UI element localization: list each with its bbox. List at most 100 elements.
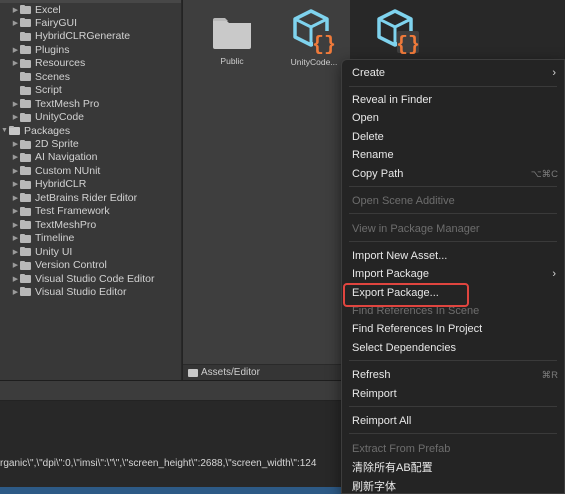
menu-separator bbox=[349, 241, 557, 242]
folder-icon bbox=[20, 206, 31, 216]
chevron-right-icon[interactable]: ▶ bbox=[11, 245, 20, 258]
menu-item-create[interactable]: Create › bbox=[352, 65, 558, 81]
menu-item-rename[interactable]: Rename bbox=[352, 147, 558, 163]
tree-item-label: Timeline bbox=[35, 232, 75, 245]
chevron-down-icon[interactable]: ▼ bbox=[0, 124, 9, 137]
chevron-right-icon[interactable]: ▶ bbox=[11, 232, 20, 245]
tree-item-packages[interactable]: ▼ Packages bbox=[0, 124, 181, 137]
tree-item-resources[interactable]: ▶ Resources bbox=[0, 57, 181, 70]
tree-item-label: Plugins bbox=[35, 43, 70, 56]
folder-icon bbox=[20, 58, 31, 68]
menu-label: Open Scene Additive bbox=[352, 195, 455, 207]
chevron-right-icon[interactable]: ▶ bbox=[11, 259, 20, 272]
menu-label: 刷新字体 bbox=[352, 481, 396, 493]
tree-item-scenes[interactable]: Scenes bbox=[0, 70, 181, 83]
menu-item-select-dependencies[interactable]: Select Dependencies bbox=[352, 340, 558, 356]
context-menu: Create › Reveal in Finder Open Delete Re… bbox=[341, 59, 565, 494]
menu-label: Import Package bbox=[352, 268, 430, 280]
chevron-right-icon[interactable]: ▶ bbox=[11, 111, 20, 124]
folder-icon bbox=[20, 233, 31, 243]
chevron-right-icon[interactable]: ▶ bbox=[11, 205, 20, 218]
menu-item-reveal-in-finder[interactable]: Reveal in Finder bbox=[352, 92, 558, 108]
chevron-right-icon[interactable]: ▶ bbox=[11, 97, 20, 110]
folder-icon bbox=[20, 45, 31, 55]
chevron-right-icon bbox=[11, 70, 20, 83]
menu-item-clear-ab-config[interactable]: 清除所有AB配置 bbox=[352, 459, 558, 475]
tree-item-timeline[interactable]: ▶ Timeline bbox=[0, 232, 181, 245]
tree-item-visual-studio-editor[interactable]: ▶ Visual Studio Editor bbox=[0, 285, 181, 298]
menu-item-refresh[interactable]: Refresh ⌘R bbox=[352, 367, 558, 383]
tree-item-excel[interactable]: ▶ Excel bbox=[0, 3, 181, 16]
menu-label: Reimport All bbox=[352, 415, 412, 427]
chevron-right-icon[interactable]: ▶ bbox=[11, 178, 20, 191]
chevron-right-icon[interactable]: ▶ bbox=[11, 285, 20, 298]
menu-label: Rename bbox=[352, 149, 394, 161]
tree-item-textmeshpro[interactable]: ▶ TextMeshPro bbox=[0, 218, 181, 231]
menu-label: Refresh bbox=[352, 369, 391, 381]
chevron-right-icon bbox=[11, 30, 20, 43]
menu-item-reimport-all[interactable]: Reimport All bbox=[352, 413, 558, 429]
menu-item-find-references-in-project[interactable]: Find References In Project bbox=[352, 321, 558, 337]
menu-label: Find References In Project bbox=[352, 323, 483, 335]
menu-label: Copy Path bbox=[352, 168, 404, 180]
tree-item-label: Visual Studio Editor bbox=[35, 285, 127, 298]
menu-item-copy-path[interactable]: Copy Path ⌥⌘C bbox=[352, 166, 558, 182]
menu-separator bbox=[349, 213, 557, 214]
tree-item-hybridclrgenerate[interactable]: HybridCLRGenerate bbox=[0, 30, 181, 43]
chevron-right-icon[interactable]: ▶ bbox=[11, 272, 20, 285]
tree-item-fairygui[interactable]: ▶ FairyGUI bbox=[0, 16, 181, 29]
tree-item-hybridclr[interactable]: ▶ HybridCLR bbox=[0, 178, 181, 191]
tree-item-textmesh-pro[interactable]: ▶ TextMesh Pro bbox=[0, 97, 181, 110]
menu-label: Extract From Prefab bbox=[352, 443, 451, 455]
chevron-right-icon[interactable]: ▶ bbox=[11, 138, 20, 151]
menu-label: Import New Asset... bbox=[352, 250, 448, 262]
folder-icon bbox=[9, 126, 20, 136]
folder-icon bbox=[20, 274, 31, 283]
asset-item-assembly[interactable]: {} bbox=[363, 8, 433, 58]
menu-item-refresh-font[interactable]: 刷新字体 bbox=[352, 478, 558, 494]
chevron-right-icon[interactable]: ▶ bbox=[11, 43, 20, 56]
folder-icon bbox=[20, 166, 31, 176]
tree-item-label: 2D Sprite bbox=[35, 138, 79, 150]
folder-icon bbox=[20, 85, 31, 95]
asset-item-unitycode[interactable]: {} UnityCode... bbox=[279, 8, 349, 67]
tree-item-plugins[interactable]: ▶ Plugins bbox=[0, 43, 181, 56]
tree-item-custom-nunit[interactable]: ▶ Custom NUnit bbox=[0, 164, 181, 177]
tree-item-jetbrains-rider-editor[interactable]: ▶ JetBrains Rider Editor bbox=[0, 191, 181, 204]
tree-item-script[interactable]: Script bbox=[0, 84, 181, 97]
asset-item-public[interactable]: Public bbox=[197, 14, 267, 66]
menu-item-import-new-asset[interactable]: Import New Asset... bbox=[352, 248, 558, 264]
tree-item-unitycode[interactable]: ▶ UnityCode bbox=[0, 111, 181, 124]
console-log-line[interactable]: rganic\",\"dpi\":0,\"imsi\":\"\",\"scree… bbox=[0, 458, 316, 469]
menu-label: Reveal in Finder bbox=[352, 94, 433, 106]
chevron-right-icon bbox=[11, 84, 20, 97]
tree-item-2d-sprite[interactable]: ▶ 2D Sprite bbox=[0, 138, 181, 151]
tree-item-label: HybridCLRGenerate bbox=[35, 30, 131, 43]
menu-item-reimport[interactable]: Reimport bbox=[352, 386, 558, 402]
tree-item-label: UnityCode bbox=[35, 111, 85, 124]
tree-item-label: Visual Studio Code Editor bbox=[35, 272, 155, 285]
chevron-right-icon[interactable]: ▶ bbox=[11, 57, 20, 70]
tree-item-ai-navigation[interactable]: ▶ AI Navigation bbox=[0, 151, 181, 164]
chevron-right-icon[interactable]: ▶ bbox=[11, 218, 20, 231]
tree-item-visual-studio-code-editor[interactable]: ▶ Visual Studio Code Editor bbox=[0, 272, 181, 285]
menu-item-open[interactable]: Open bbox=[352, 110, 558, 126]
menu-item-delete[interactable]: Delete bbox=[352, 129, 558, 145]
menu-label: Create bbox=[352, 67, 386, 79]
chevron-right-icon[interactable]: ▶ bbox=[11, 191, 20, 204]
tree-item-version-control[interactable]: ▶ Version Control bbox=[0, 259, 181, 272]
chevron-right-icon[interactable]: ▶ bbox=[11, 3, 20, 16]
folder-icon bbox=[188, 368, 198, 377]
tree-item-unity-ui[interactable]: ▶ Unity UI bbox=[0, 245, 181, 258]
chevron-right-icon[interactable]: ▶ bbox=[11, 151, 20, 164]
folder-icon bbox=[20, 179, 31, 189]
chevron-right-icon[interactable]: ▶ bbox=[11, 164, 20, 177]
folder-icon bbox=[20, 247, 31, 257]
menu-item-extract-from-prefab: Extract From Prefab bbox=[352, 441, 558, 457]
chevron-right-icon[interactable]: ▶ bbox=[11, 16, 20, 29]
shortcut-label: ⌥⌘C bbox=[530, 168, 558, 180]
tree-item-test-framework[interactable]: ▶ Test Framework bbox=[0, 205, 181, 218]
asset-label: Public bbox=[220, 56, 244, 66]
folder-icon bbox=[20, 260, 31, 270]
menu-item-import-package[interactable]: Import Package › bbox=[352, 266, 558, 282]
